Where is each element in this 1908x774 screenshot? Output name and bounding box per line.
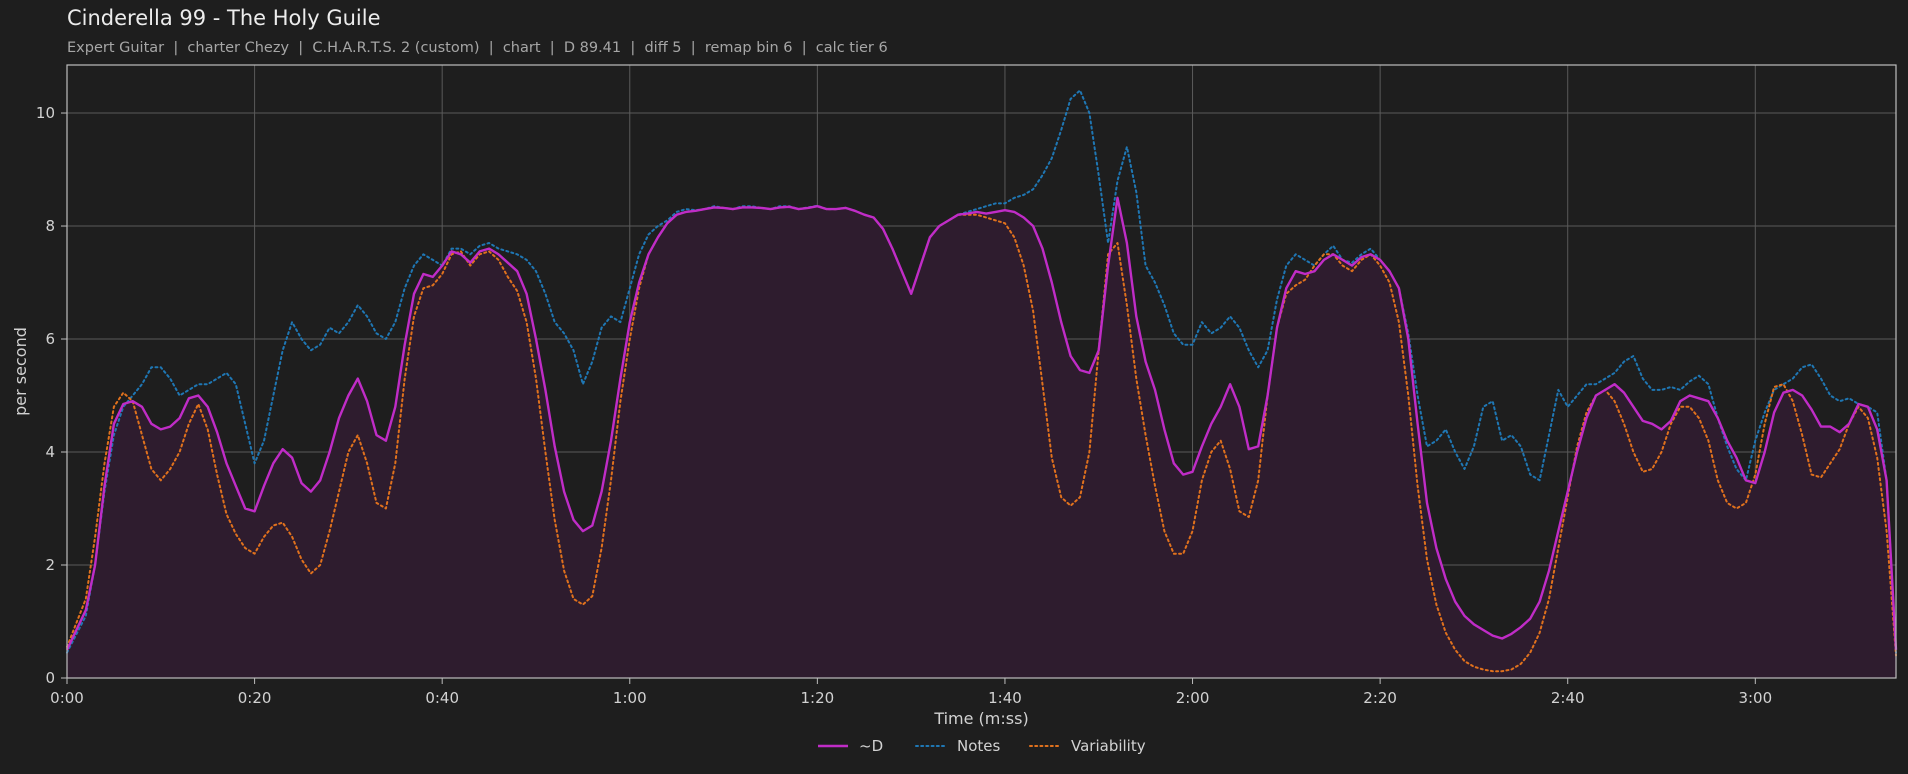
y-tick-label: 8 [45,217,55,235]
y-tick-label: 2 [45,556,55,574]
x-tick-label: 2:40 [1551,689,1585,707]
legend-notes-label: Notes [957,737,1001,755]
chart-container: Cinderella 99 - The Holy Guile Expert Gu… [0,0,1908,774]
x-tick-label: 0:00 [50,689,84,707]
legend-variability-label: Variability [1071,737,1146,755]
x-tick-label: 2:00 [1176,689,1210,707]
x-tick-label: 0:20 [238,689,272,707]
x-tick-label: 0:40 [425,689,459,707]
y-tick-label: 0 [45,669,55,687]
series-d-area [67,197,1896,679]
x-axis-label: Time (m:ss) [933,709,1028,728]
x-tick-label: 2:20 [1363,689,1397,707]
x-tick-label: 3:00 [1738,689,1772,707]
y-tick-label: 4 [45,443,55,461]
legend-d-label: ~D [859,737,883,755]
y-axis-label: per second [11,327,30,416]
x-tick-label: 1:20 [801,689,835,707]
y-tick-label: 6 [45,330,55,348]
x-tick-label: 1:00 [613,689,647,707]
y-tick-label: 10 [36,104,55,122]
chart-svg: 0:00 0:20 0:40 1:00 1:20 1:40 2:00 2:20 2:40 3:00… [11,64,1898,755]
x-tick-label: 1:40 [988,689,1022,707]
